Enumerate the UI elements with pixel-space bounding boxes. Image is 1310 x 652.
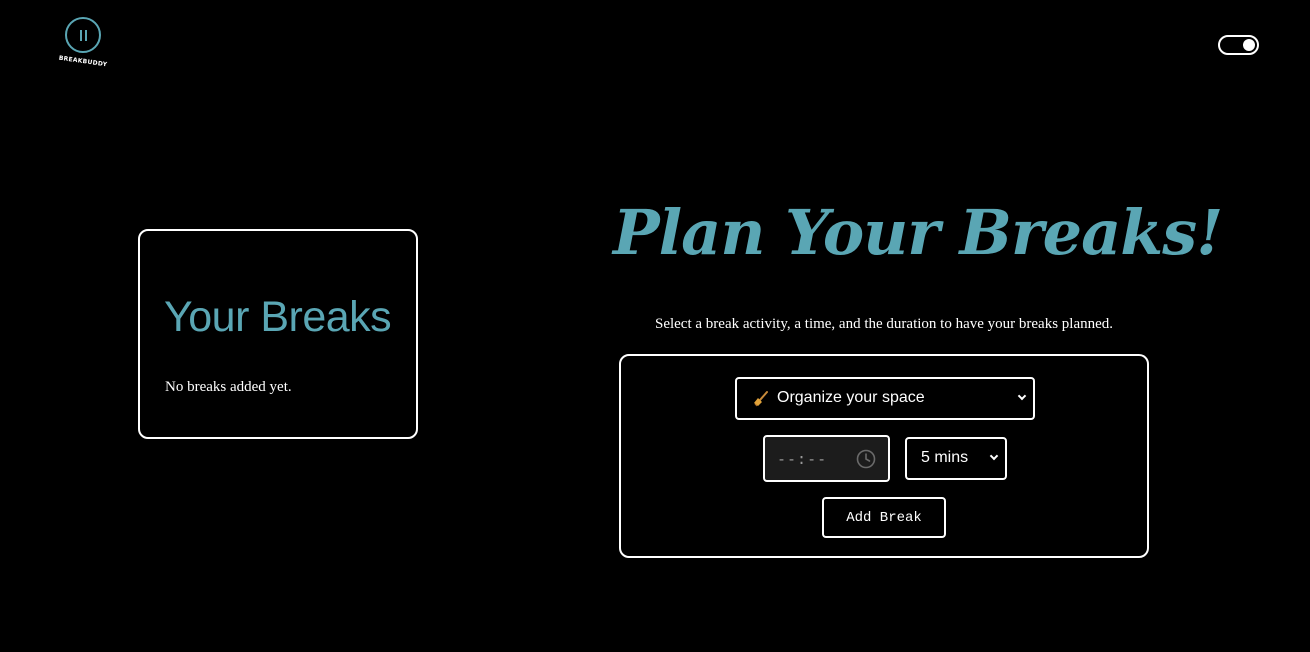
time-input[interactable]: --:--: [763, 435, 890, 482]
plan-breaks-title: Plan Your Breaks!: [613, 196, 1223, 269]
activity-select[interactable]: Organize your space: [735, 377, 1035, 420]
break-form: Organize your space --:-- 5 mins Add Bre…: [619, 354, 1149, 558]
plan-breaks-subtitle: Select a break activity, a time, and the…: [654, 316, 1114, 332]
no-breaks-message: No breaks added yet.: [165, 379, 292, 395]
clock-icon[interactable]: [856, 449, 876, 469]
toggle-knob: [1243, 39, 1255, 51]
theme-toggle[interactable]: [1218, 35, 1259, 55]
duration-selected-value: 5 mins: [921, 449, 969, 466]
logo-wordmark: BREAKBUDDY: [58, 54, 108, 69]
chevron-down-icon: [1017, 391, 1027, 401]
activity-selected-value: Organize your space: [777, 389, 925, 406]
app-logo[interactable]: BREAKBUDDY: [58, 17, 108, 71]
time-placeholder: --:--: [777, 450, 828, 468]
add-break-button[interactable]: Add Break: [822, 497, 946, 538]
duration-select[interactable]: 5 mins: [905, 437, 1007, 480]
your-breaks-title: Your Breaks: [164, 293, 392, 341]
your-breaks-panel: Your Breaks No breaks added yet.: [138, 229, 418, 439]
pause-icon: [65, 17, 101, 53]
broom-icon: [754, 391, 768, 407]
chevron-down-icon: [989, 451, 999, 461]
